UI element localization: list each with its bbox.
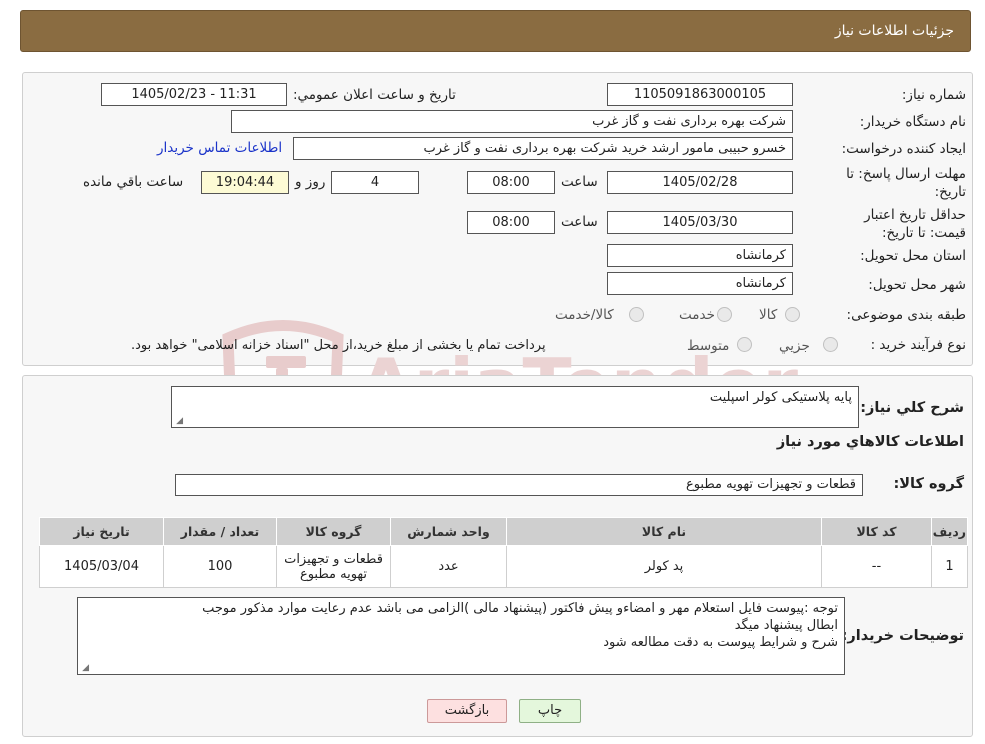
category-option-service: خدمت [679,307,715,323]
creator-label: ايجاد کننده درخواست: [841,141,966,157]
need-number-label: شماره نیاز: [901,87,966,103]
process-type-label: نوع فرآيند خريد : [870,337,966,353]
col-row: رديف [931,517,968,546]
cell-code: -- [821,545,932,588]
need-info-panel: AriaTender.neT شماره نیاز: 1105091863000… [22,72,973,448]
item-group-field: قطعات و تجهیزات تهویه مطبوع [175,474,863,496]
cell-unit: عدد [390,545,507,588]
city-label: شهر محل تحویل: [868,277,966,293]
items-section-heading: اطلاعات كالاهاي مورد نياز [776,434,964,450]
need-summary-label: شرح كلي نياز: [860,400,964,416]
cell-date: 1405/03/04 [39,545,164,588]
validity-date-field: 1405/03/30 [607,211,793,234]
buyer-org-field: شرکت بهره برداری نفت و گاز غرب [231,110,793,133]
process-radio-medium[interactable] [737,337,752,352]
buyer-org-label: نام دستگاه خريدار: [859,114,966,130]
need-number-field: 1105091863000105 [607,83,793,106]
cell-group: قطعات و تجهیزات تهویه مطبوع [276,545,391,588]
category-radio-goods[interactable] [785,307,800,322]
process-option-medium: متوسط [687,338,730,354]
buyer-notes-line-3: شرح و شرایط پیوست به دقت مطالعه شود [603,635,838,650]
remaining-time-field: 19:04:44 [201,171,289,194]
validity-time-label: ساعت [561,214,598,230]
item-group-label: گروه كالا: [893,476,964,492]
creator-field: خسرو حبیبی مامور ارشد خرید شرکت بهره برد… [293,137,793,160]
need-summary-text: پایه پلاستیکی کولر اسپلیت [709,390,852,405]
col-code: كد كالا [821,517,932,546]
items-table: رديف كد كالا نام كالا واحد شمارش گروه كا… [39,517,968,588]
cell-qty: 100 [163,545,277,588]
deadline-time-field: 08:00 [467,171,555,194]
validity-label: حداقل تاريخ اعتبار قيمت: تا تاریخ: [864,207,966,241]
cell-row: 1 [931,545,968,588]
buyer-notes-textarea[interactable]: توجه :پیوست فایل استعلام مهر و امضاءو پی… [77,597,845,675]
item-details-panel: شرح كلي نياز: پایه پلاستیکی کولر اسپلیت … [22,375,973,737]
days-remaining-field: 4 [331,171,419,194]
buyer-notes-line-1: توجه :پیوست فایل استعلام مهر و امضاءو پی… [202,601,838,616]
table-row: 1 -- پد کولر عدد قطعات و تجهیزات تهویه م… [39,545,968,588]
col-group: گروه كالا [276,517,391,546]
page-title: جزئیات اطلاعات نیاز [834,23,954,39]
category-label: طبقه بندی موضوعی: [846,307,966,323]
category-option-goods: کالا [759,307,778,323]
process-option-minor: جزيي [779,338,810,354]
process-radio-minor[interactable] [823,337,838,352]
province-label: استان محل تحویل: [860,248,966,264]
col-unit: واحد شمارش [390,517,507,546]
deadline-label: مهلت ارسال پاسخ: تا تاریخ: [846,166,966,200]
buyer-notes-line-2: ابطال پیشنهاد میگد [734,618,838,633]
need-summary-textarea[interactable]: پایه پلاستیکی کولر اسپلیت ◢ [171,386,859,428]
remaining-time-label: ساعت باقي مانده [83,174,184,190]
days-label: روز و [295,174,326,190]
announce-date-field: 1405/02/23 - 11:31 [101,83,287,106]
items-table-header: رديف كد كالا نام كالا واحد شمارش گروه كا… [39,517,968,546]
col-name: نام كالا [506,517,822,546]
category-radio-service[interactable] [717,307,732,322]
page-header: جزئیات اطلاعات نیاز [20,10,971,52]
print-button[interactable]: چاپ [519,699,581,723]
col-qty: تعداد / مقدار [163,517,277,546]
city-field: کرمانشاه [607,272,793,295]
buyer-notes-label: توضيحات خريدار: [841,628,964,644]
deadline-date-field: 1405/02/28 [607,171,793,194]
province-field: کرمانشاه [607,244,793,267]
announce-date-label: تاریخ و ساعت اعلان عمومي: [293,87,456,103]
resize-grip-icon[interactable]: ◢ [80,664,89,673]
payment-note: پرداخت تمام یا بخشی از مبلغ خرید،از محل … [131,338,546,353]
buyer-contact-link[interactable]: اطلاعات تماس خريدار [157,140,282,156]
category-option-goods-service: کالا/خدمت [555,307,614,323]
deadline-time-label: ساعت [561,174,598,190]
col-date: تاريخ نياز [39,517,164,546]
resize-grip-icon[interactable]: ◢ [174,417,183,426]
back-button[interactable]: بازگشت [427,699,507,723]
category-radio-goods-service[interactable] [629,307,644,322]
cell-name: پد کولر [506,545,822,588]
validity-time-field: 08:00 [467,211,555,234]
